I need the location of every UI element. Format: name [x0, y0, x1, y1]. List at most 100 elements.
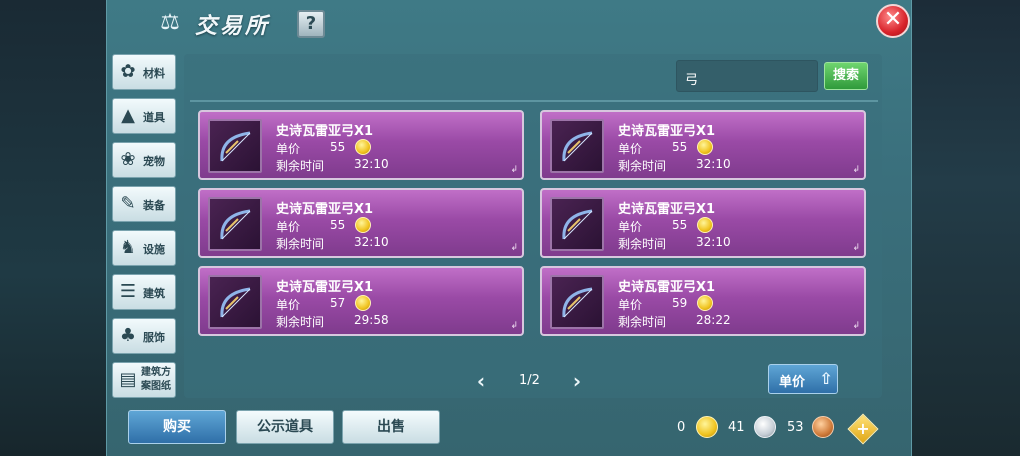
- sidebar-item-blueprints[interactable]: ▤ 建筑方案图纸: [112, 362, 176, 398]
- bow-icon: [562, 131, 593, 162]
- time-label: 剩余时间: [276, 237, 325, 251]
- price-label: 单价: [618, 298, 643, 312]
- divider: [190, 100, 878, 102]
- materials-icon: ✿: [120, 61, 136, 82]
- search-input[interactable]: 弓: [676, 60, 818, 92]
- help-button[interactable]: ?: [297, 10, 325, 38]
- item-name: 史诗瓦雷亚弓X1: [276, 124, 374, 139]
- corner-arrow-icon: ↲: [510, 243, 518, 253]
- sort-arrow-icon: ⇧: [819, 369, 833, 388]
- item-thumbnail: [208, 275, 262, 329]
- listing-card[interactable]: 史诗瓦雷亚弓X1 单价 59 剩余时间 28:22 ↲: [540, 266, 866, 336]
- corner-arrow-icon: ↲: [852, 321, 860, 331]
- corner-arrow-icon: ↲: [852, 243, 860, 253]
- time-label: 剩余时间: [618, 315, 667, 329]
- sidebar-item-facilities[interactable]: ♞ 设施: [112, 230, 176, 266]
- search-button[interactable]: 搜索: [824, 62, 868, 90]
- copper-coin-icon: [812, 416, 834, 438]
- sidebar-item-label: 设施: [143, 243, 165, 256]
- next-page-button[interactable]: ›: [568, 370, 586, 392]
- item-price: 59: [672, 296, 688, 310]
- sidebar-item-equipment[interactable]: ✎ 装备: [112, 186, 176, 222]
- price-label: 单价: [618, 142, 643, 156]
- price-label: 单价: [618, 220, 643, 234]
- price-label: 单价: [276, 298, 301, 312]
- bow-icon: [220, 131, 251, 162]
- listing-card[interactable]: 史诗瓦雷亚弓X1 单价 55 剩余时间 32:10 ↲: [540, 110, 866, 180]
- publish-items-button[interactable]: 公示道具: [236, 410, 334, 444]
- time-remaining: 32:10: [354, 235, 389, 249]
- bow-icon: [562, 209, 593, 240]
- equipment-icon: ✎: [120, 193, 136, 214]
- sidebar-item-clothing[interactable]: ♣ 服饰: [112, 318, 176, 354]
- silver-coin-icon: [754, 416, 776, 438]
- sidebar-item-materials[interactable]: ✿ 材料: [112, 54, 176, 90]
- price-label: 单价: [276, 220, 301, 234]
- copper-amount: 53: [787, 420, 804, 435]
- background-right: [908, 0, 1020, 456]
- title-bar: ⚖ 交易所 ?: [107, 0, 913, 48]
- sidebar-item-items[interactable]: ▲ 道具: [112, 98, 176, 134]
- sidebar-item-label: 建筑: [143, 287, 165, 300]
- sidebar-item-label: 装备: [143, 199, 165, 212]
- item-name: 史诗瓦雷亚弓X1: [618, 202, 716, 217]
- bow-icon: [220, 287, 251, 318]
- gold-coin-icon: [697, 295, 713, 311]
- gold-coin-icon: [355, 217, 371, 233]
- item-name: 史诗瓦雷亚弓X1: [618, 280, 716, 295]
- sidebar-item-pets[interactable]: ❀ 宠物: [112, 142, 176, 178]
- page-indicator: 1/2: [519, 373, 540, 388]
- sidebar-item-label: 服饰: [143, 331, 165, 344]
- sell-button[interactable]: 出售: [342, 410, 440, 444]
- item-name: 史诗瓦雷亚弓X1: [276, 202, 374, 217]
- gold-coin-icon: [355, 295, 371, 311]
- listing-card[interactable]: 史诗瓦雷亚弓X1 单价 55 剩余时间 32:10 ↲: [198, 188, 524, 258]
- time-label: 剩余时间: [276, 315, 325, 329]
- facility-icon: ♞: [119, 237, 137, 258]
- time-label: 剩余时间: [276, 159, 325, 173]
- item-thumbnail: [208, 197, 262, 251]
- gold-coin-icon: [697, 139, 713, 155]
- item-price: 57: [330, 296, 346, 310]
- time-remaining: 28:22: [696, 313, 731, 327]
- prev-page-button[interactable]: ‹: [472, 370, 490, 392]
- item-thumbnail: [550, 119, 604, 173]
- item-icon: ▲: [121, 105, 135, 126]
- corner-arrow-icon: ↲: [510, 321, 518, 331]
- item-thumbnail: [550, 197, 604, 251]
- item-price: 55: [672, 218, 688, 232]
- item-name: 史诗瓦雷亚弓X1: [618, 124, 716, 139]
- listing-card[interactable]: 史诗瓦雷亚弓X1 单价 55 剩余时间 32:10 ↲: [198, 110, 524, 180]
- blueprint-icon: ▤: [119, 369, 137, 390]
- time-label: 剩余时间: [618, 159, 667, 173]
- item-name: 史诗瓦雷亚弓X1: [276, 280, 374, 295]
- item-price: 55: [330, 218, 346, 232]
- sidebar-item-label: 建筑方案图纸: [141, 367, 171, 392]
- close-button[interactable]: ✕: [876, 4, 910, 38]
- sidebar-item-label: 宠物: [143, 155, 165, 168]
- gold-amount: 0: [677, 420, 686, 435]
- listing-card[interactable]: 史诗瓦雷亚弓X1 单价 55 剩余时间 32:10 ↲: [540, 188, 866, 258]
- building-icon: ☰: [119, 281, 137, 302]
- silver-amount: 41: [728, 420, 745, 435]
- sort-label: 单价: [779, 375, 806, 390]
- sidebar-item-label: 道具: [143, 111, 165, 124]
- background-left: [0, 0, 108, 456]
- bow-icon: [220, 209, 251, 240]
- clothing-icon: ♣: [119, 325, 137, 346]
- scales-icon: ⚖: [160, 10, 180, 35]
- sidebar-item-label: 材料: [143, 67, 165, 80]
- gold-coin-icon: [355, 139, 371, 155]
- buy-button[interactable]: 购买: [128, 410, 226, 444]
- gold-coin-icon: [696, 416, 718, 438]
- item-thumbnail: [208, 119, 262, 173]
- corner-arrow-icon: ↲: [852, 165, 860, 175]
- time-remaining: 29:58: [354, 313, 389, 327]
- bow-icon: [562, 287, 593, 318]
- sort-by-price-button[interactable]: 单价 ⇧: [768, 364, 838, 394]
- listing-card[interactable]: 史诗瓦雷亚弓X1 单价 57 剩余时间 29:58 ↲: [198, 266, 524, 336]
- gold-coin-icon: [697, 217, 713, 233]
- sidebar-item-buildings[interactable]: ☰ 建筑: [112, 274, 176, 310]
- page-title: 交易所: [195, 14, 271, 39]
- paw-icon: ❀: [120, 149, 136, 170]
